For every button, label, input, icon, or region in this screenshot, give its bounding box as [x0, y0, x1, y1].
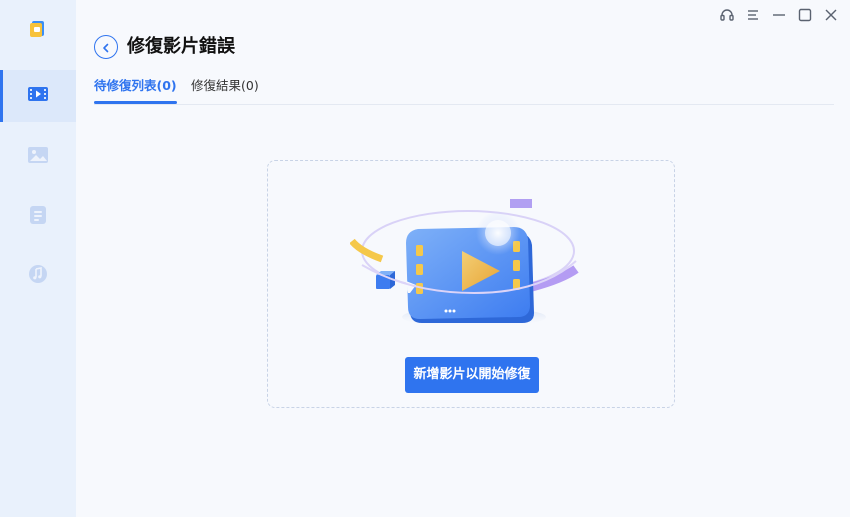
app-logo-icon	[29, 20, 47, 38]
sidebar-item-photo-repair[interactable]	[0, 131, 76, 183]
page-title: 修復影片錯誤	[127, 36, 235, 57]
video-repair-illustration	[349, 189, 590, 339]
tab-repair-results[interactable]: 修復結果(0)	[191, 78, 259, 94]
sidebar-item-video-repair[interactable]	[0, 70, 76, 122]
window-controls	[718, 6, 840, 24]
back-button[interactable]	[94, 35, 118, 59]
document-icon	[29, 205, 47, 229]
minimize-icon[interactable]	[770, 6, 788, 24]
menu-icon[interactable]	[744, 6, 762, 24]
tab-pending-list[interactable]: 待修復列表(0)	[94, 78, 177, 104]
sidebar-item-file-repair[interactable]	[0, 191, 76, 243]
music-icon	[28, 264, 48, 288]
tab-bar: 待修復列表(0) 修復結果(0)	[94, 78, 834, 105]
add-video-button[interactable]: 新增影片以開始修復	[405, 357, 539, 393]
sidebar-item-audio-repair[interactable]	[0, 250, 76, 302]
sidebar	[0, 0, 76, 517]
video-icon	[27, 85, 49, 107]
headset-icon[interactable]	[718, 6, 736, 24]
image-icon	[27, 146, 49, 168]
video-drop-zone[interactable]: 新增影片以開始修復	[267, 160, 675, 408]
close-icon[interactable]	[822, 6, 840, 24]
chevron-left-icon	[101, 38, 111, 57]
maximize-icon[interactable]	[796, 6, 814, 24]
